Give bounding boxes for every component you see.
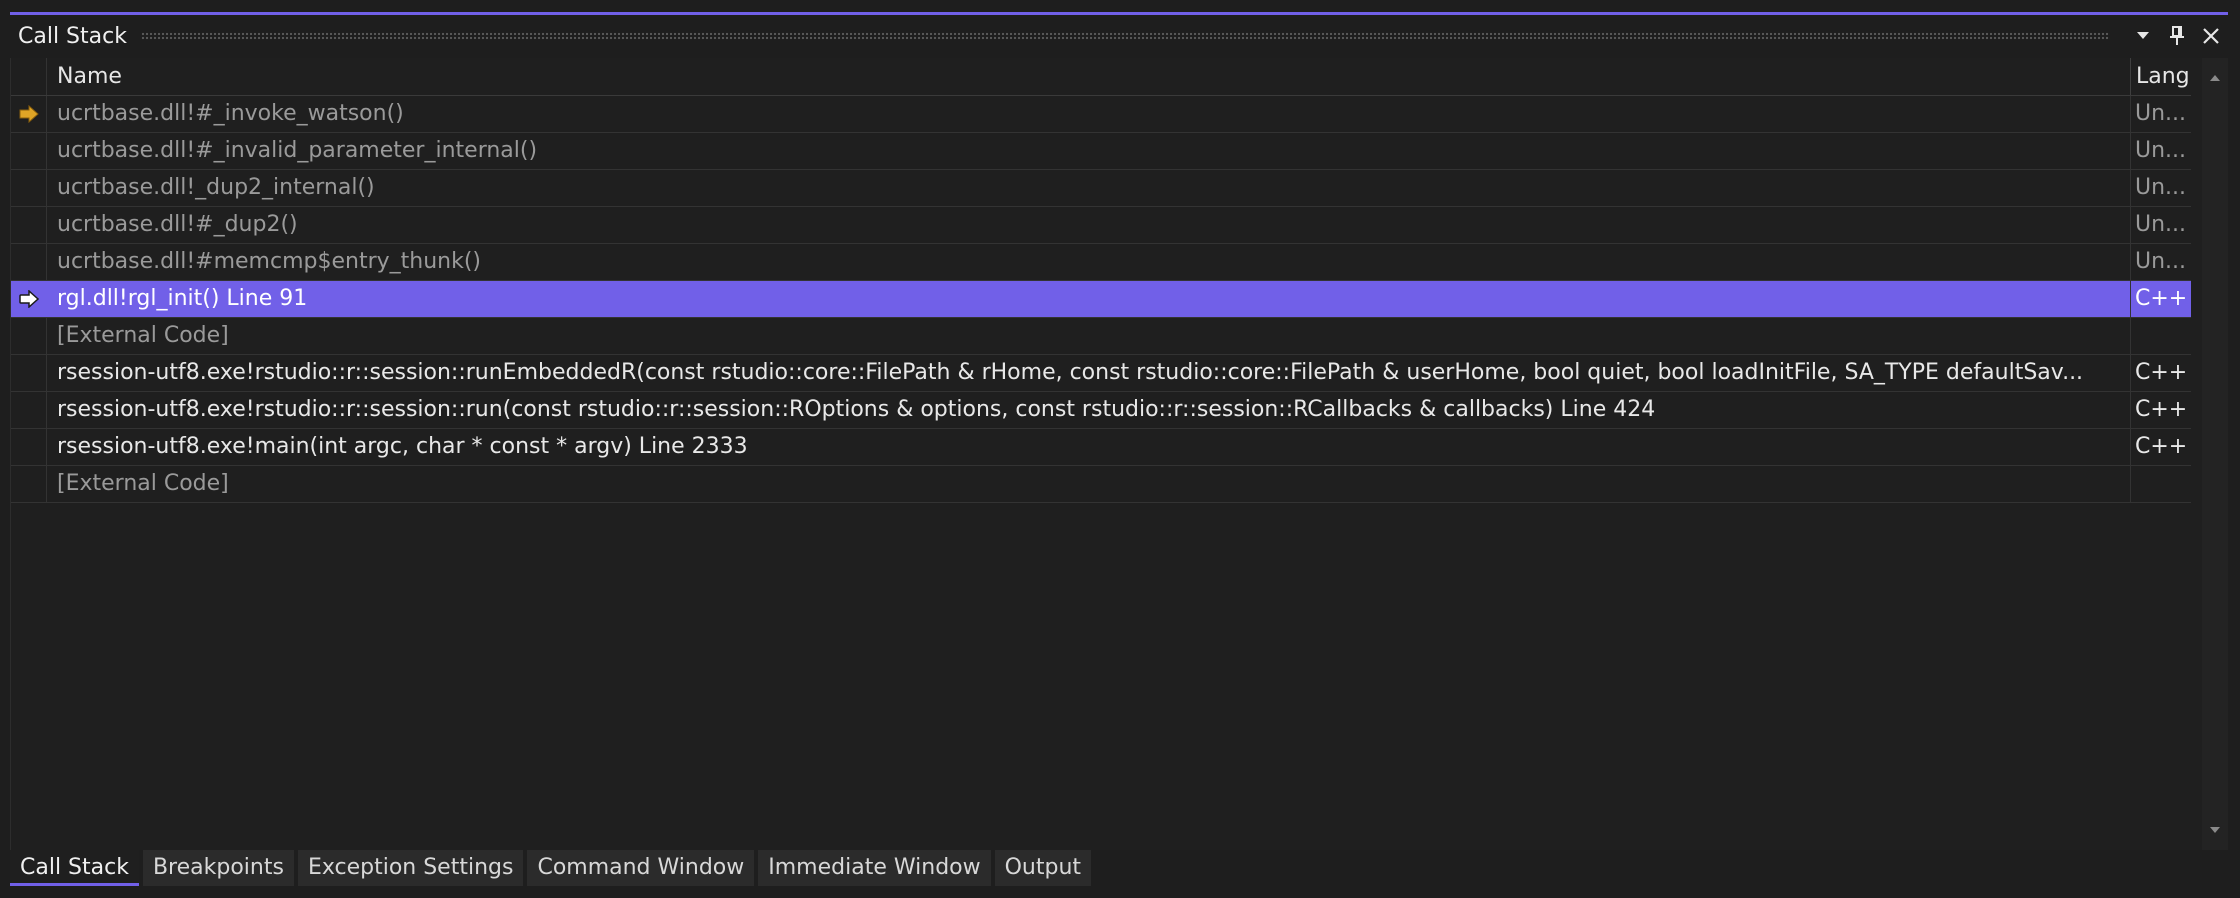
window-accent-bar [0, 0, 2240, 16]
frame-name-cell[interactable]: ucrtbase.dll!#_dup2() [47, 207, 2131, 243]
row-marker-cell[interactable] [11, 170, 47, 206]
frame-name-cell[interactable]: ucrtbase.dll!_dup2_internal() [47, 170, 2131, 206]
call-stack-panel: Name Lang ucrtbase.dll!#_invoke_watson()… [10, 58, 2228, 850]
row-marker-cell[interactable] [11, 281, 47, 317]
frame-language-cell[interactable]: C++ [2131, 355, 2191, 391]
call-stack-row[interactable]: ucrtbase.dll!_dup2_internal() Un... [11, 170, 2191, 207]
frame-name-cell[interactable]: rsession-utf8.exe!rstudio::r::session::r… [47, 392, 2131, 428]
frame-name-cell[interactable]: [External Code] [47, 318, 2131, 354]
row-marker-cell[interactable] [11, 355, 47, 391]
frame-language-cell[interactable]: Un... [2131, 244, 2191, 280]
vertical-scrollbar[interactable] [2202, 58, 2228, 850]
row-marker-cell[interactable] [11, 133, 47, 169]
row-marker-cell[interactable] [11, 318, 47, 354]
window-title: Call Stack [18, 23, 127, 49]
frame-language-cell[interactable]: C++ [2131, 429, 2191, 465]
frame-name-cell[interactable]: ucrtbase.dll!#memcmp$entry_thunk() [47, 244, 2131, 280]
call-stack-rows: ucrtbase.dll!#_invoke_watson() Un... ucrtb… [11, 96, 2191, 503]
tab-output[interactable]: Output [994, 850, 1092, 886]
pin-icon [2170, 26, 2184, 45]
frame-name-cell[interactable]: rsession-utf8.exe!rstudio::r::session::r… [47, 355, 2131, 391]
tool-window-titlebar[interactable]: Call Stack [10, 16, 2228, 56]
tab-command-window[interactable]: Command Window [527, 850, 755, 886]
scroll-down-button[interactable] [2202, 816, 2228, 844]
call-stack-row[interactable]: rsession-utf8.exe!rstudio::r::session::r… [11, 355, 2191, 392]
row-marker-cell[interactable] [11, 96, 47, 132]
frame-name-cell[interactable]: ucrtbase.dll!#_invoke_watson() [47, 96, 2131, 132]
frame-name-cell[interactable]: rsession-utf8.exe!main(int argc, char * … [47, 429, 2131, 465]
current-frame-arrow-icon [19, 105, 39, 123]
tab-breakpoints[interactable]: Breakpoints [142, 850, 294, 886]
frame-language-cell[interactable] [2131, 318, 2191, 354]
marker-column-header [11, 58, 47, 95]
call-stack-row[interactable]: ucrtbase.dll!#_invalid_parameter_interna… [11, 133, 2191, 170]
call-stack-grid: Name Lang ucrtbase.dll!#_invoke_watson()… [11, 58, 2191, 503]
call-stack-row[interactable]: ucrtbase.dll!#_dup2() Un... [11, 207, 2191, 244]
drag-grip[interactable] [140, 32, 2110, 40]
dropdown-menu-button[interactable] [2126, 19, 2160, 53]
call-stack-row[interactable]: rgl.dll!rgl_init() Line 91 C++ [11, 281, 2191, 318]
bottom-tab-strip: Call Stack Breakpoints Exception Settings C… [10, 850, 1095, 890]
frame-language-cell[interactable]: C++ [2131, 392, 2191, 428]
name-column-header[interactable]: Name [47, 58, 2131, 95]
frame-language-cell[interactable]: C++ [2131, 281, 2191, 317]
tab-exception-settings[interactable]: Exception Settings [297, 850, 524, 886]
row-marker-cell[interactable] [11, 466, 47, 502]
tab-call-stack[interactable]: Call Stack [10, 850, 139, 886]
frame-name-cell[interactable]: ucrtbase.dll!#_invalid_parameter_interna… [47, 133, 2131, 169]
row-marker-cell[interactable] [11, 429, 47, 465]
call-stack-row[interactable]: [External Code] [11, 466, 2191, 503]
frame-language-cell[interactable] [2131, 466, 2191, 502]
frame-language-cell[interactable]: Un... [2131, 170, 2191, 206]
caller-frame-arrow-icon [18, 290, 39, 308]
frame-name-cell[interactable]: [External Code] [47, 466, 2131, 502]
column-header-row: Name Lang [11, 58, 2191, 96]
frame-name-cell[interactable]: rgl.dll!rgl_init() Line 91 [47, 281, 2131, 317]
frame-language-cell[interactable]: Un... [2131, 133, 2191, 169]
row-marker-cell[interactable] [11, 207, 47, 243]
call-stack-row[interactable]: ucrtbase.dll!#memcmp$entry_thunk() Un... [11, 244, 2191, 281]
scroll-track[interactable] [2210, 96, 2220, 808]
caret-up-icon [2210, 75, 2220, 81]
call-stack-row[interactable]: ucrtbase.dll!#_invoke_watson() Un... [11, 96, 2191, 133]
chevron-down-icon [2137, 32, 2149, 39]
tab-immediate-window[interactable]: Immediate Window [758, 850, 991, 886]
pin-button[interactable] [2160, 19, 2194, 53]
caret-down-icon [2210, 827, 2220, 833]
row-marker-cell[interactable] [11, 392, 47, 428]
call-stack-row[interactable]: [External Code] [11, 318, 2191, 355]
call-stack-row[interactable]: rsession-utf8.exe!rstudio::r::session::r… [11, 392, 2191, 429]
call-stack-row[interactable]: rsession-utf8.exe!main(int argc, char * … [11, 429, 2191, 466]
close-icon [2203, 28, 2219, 44]
row-marker-cell[interactable] [11, 244, 47, 280]
scroll-up-button[interactable] [2202, 64, 2228, 92]
frame-language-cell[interactable]: Un... [2131, 96, 2191, 132]
language-column-header[interactable]: Lang [2131, 58, 2191, 95]
frame-language-cell[interactable]: Un... [2131, 207, 2191, 243]
close-button[interactable] [2194, 19, 2228, 53]
